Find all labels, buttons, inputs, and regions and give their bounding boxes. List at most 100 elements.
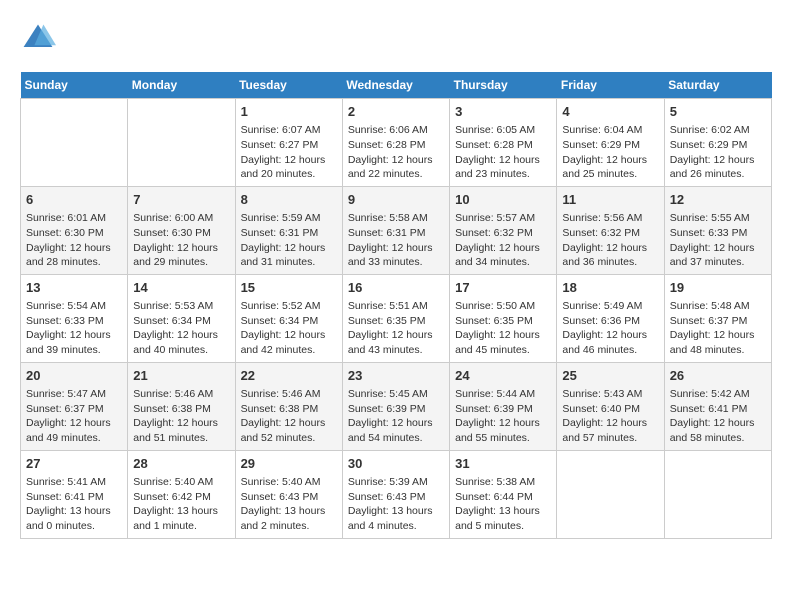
day-info: Sunrise: 5:47 AMSunset: 6:37 PMDaylight:…: [26, 387, 122, 446]
day-number: 7: [133, 191, 229, 209]
week-row-5: 27 Sunrise: 5:41 AMSunset: 6:41 PMDayligh…: [21, 450, 772, 538]
day-number: 8: [241, 191, 337, 209]
day-info: Sunrise: 5:43 AMSunset: 6:40 PMDaylight:…: [562, 387, 658, 446]
weekday-header-tuesday: Tuesday: [235, 72, 342, 99]
day-number: 19: [670, 279, 766, 297]
day-info: Sunrise: 5:55 AMSunset: 6:33 PMDaylight:…: [670, 211, 766, 270]
calendar-cell: 10 Sunrise: 5:57 AMSunset: 6:32 PMDayligh…: [450, 186, 557, 274]
weekday-header-wednesday: Wednesday: [342, 72, 449, 99]
day-info: Sunrise: 5:53 AMSunset: 6:34 PMDaylight:…: [133, 299, 229, 358]
day-number: 3: [455, 103, 551, 121]
day-number: 18: [562, 279, 658, 297]
calendar-cell: 29 Sunrise: 5:40 AMSunset: 6:43 PMDayligh…: [235, 450, 342, 538]
day-number: 27: [26, 455, 122, 473]
week-row-3: 13 Sunrise: 5:54 AMSunset: 6:33 PMDayligh…: [21, 274, 772, 362]
day-number: 26: [670, 367, 766, 385]
calendar-cell: 24 Sunrise: 5:44 AMSunset: 6:39 PMDayligh…: [450, 362, 557, 450]
day-info: Sunrise: 5:51 AMSunset: 6:35 PMDaylight:…: [348, 299, 444, 358]
weekday-header-sunday: Sunday: [21, 72, 128, 99]
day-number: 28: [133, 455, 229, 473]
calendar-cell: 1Sunrise: 6:07 AMSunset: 6:27 PMDaylight…: [235, 99, 342, 187]
day-number: 6: [26, 191, 122, 209]
day-info: Sunrise: 5:46 AMSunset: 6:38 PMDaylight:…: [241, 387, 337, 446]
calendar-cell: 28Sunrise: 5:40 AMSunset: 6:42 PMDayligh…: [128, 450, 235, 538]
weekday-header-monday: Monday: [128, 72, 235, 99]
day-info: Sunrise: 6:02 AMSunset: 6:29 PMDaylight:…: [670, 123, 766, 182]
day-number: 30: [348, 455, 444, 473]
calendar-cell: [128, 99, 235, 187]
day-info: Sunrise: 6:01 AMSunset: 6:30 PMDaylight:…: [26, 211, 122, 270]
calendar-cell: 9 Sunrise: 5:58 AMSunset: 6:31 PMDaylight…: [342, 186, 449, 274]
calendar-cell: 13 Sunrise: 5:54 AMSunset: 6:33 PMDayligh…: [21, 274, 128, 362]
day-info: Sunrise: 5:39 AMSunset: 6:43 PMDaylight:…: [348, 475, 444, 534]
day-info: Sunrise: 5:57 AMSunset: 6:32 PMDaylight:…: [455, 211, 551, 270]
calendar-cell: [21, 99, 128, 187]
day-info: Sunrise: 6:00 AMSunset: 6:30 PMDaylight:…: [133, 211, 229, 270]
day-number: 20: [26, 367, 122, 385]
day-number: 25: [562, 367, 658, 385]
day-info: Sunrise: 5:58 AMSunset: 6:31 PMDaylight:…: [348, 211, 444, 270]
day-info: Sunrise: 5:44 AMSunset: 6:39 PMDaylight:…: [455, 387, 551, 446]
calendar-cell: 31 Sunrise: 5:38 AMSunset: 6:44 PMDayligh…: [450, 450, 557, 538]
day-number: 29: [241, 455, 337, 473]
calendar-cell: 17Sunrise: 5:50 AMSunset: 6:35 PMDayligh…: [450, 274, 557, 362]
calendar-cell: 18 Sunrise: 5:49 AMSunset: 6:36 PMDayligh…: [557, 274, 664, 362]
weekday-header-saturday: Saturday: [664, 72, 771, 99]
calendar-cell: 12 Sunrise: 5:55 AMSunset: 6:33 PMDayligh…: [664, 186, 771, 274]
week-row-4: 20 Sunrise: 5:47 AMSunset: 6:37 PMDayligh…: [21, 362, 772, 450]
calendar-cell: 6 Sunrise: 6:01 AMSunset: 6:30 PMDaylight…: [21, 186, 128, 274]
day-number: 24: [455, 367, 551, 385]
day-number: 17: [455, 279, 551, 297]
calendar-cell: 5Sunrise: 6:02 AMSunset: 6:29 PMDaylight…: [664, 99, 771, 187]
day-number: 23: [348, 367, 444, 385]
day-number: 10: [455, 191, 551, 209]
week-row-1: 1Sunrise: 6:07 AMSunset: 6:27 PMDaylight…: [21, 99, 772, 187]
calendar-cell: 16 Sunrise: 5:51 AMSunset: 6:35 PMDayligh…: [342, 274, 449, 362]
calendar-cell: 23 Sunrise: 5:45 AMSunset: 6:39 PMDayligh…: [342, 362, 449, 450]
day-info: Sunrise: 5:59 AMSunset: 6:31 PMDaylight:…: [241, 211, 337, 270]
calendar-cell: 8 Sunrise: 5:59 AMSunset: 6:31 PMDaylight…: [235, 186, 342, 274]
calendar-cell: [557, 450, 664, 538]
calendar-cell: 14Sunrise: 5:53 AMSunset: 6:34 PMDayligh…: [128, 274, 235, 362]
calendar-cell: 22 Sunrise: 5:46 AMSunset: 6:38 PMDayligh…: [235, 362, 342, 450]
weekday-header-thursday: Thursday: [450, 72, 557, 99]
day-info: Sunrise: 5:56 AMSunset: 6:32 PMDaylight:…: [562, 211, 658, 270]
day-number: 31: [455, 455, 551, 473]
calendar-cell: 27 Sunrise: 5:41 AMSunset: 6:41 PMDayligh…: [21, 450, 128, 538]
calendar-table: SundayMondayTuesdayWednesdayThursdayFrid…: [20, 72, 772, 539]
day-info: Sunrise: 6:07 AMSunset: 6:27 PMDaylight:…: [241, 123, 337, 182]
logo-icon: [20, 20, 56, 56]
day-number: 16: [348, 279, 444, 297]
week-row-2: 6 Sunrise: 6:01 AMSunset: 6:30 PMDaylight…: [21, 186, 772, 274]
day-info: Sunrise: 5:42 AMSunset: 6:41 PMDaylight:…: [670, 387, 766, 446]
day-number: 11: [562, 191, 658, 209]
day-info: Sunrise: 5:49 AMSunset: 6:36 PMDaylight:…: [562, 299, 658, 358]
calendar-cell: [664, 450, 771, 538]
day-info: Sunrise: 5:40 AMSunset: 6:43 PMDaylight:…: [241, 475, 337, 534]
calendar-cell: 3 Sunrise: 6:05 AMSunset: 6:28 PMDaylight…: [450, 99, 557, 187]
day-number: 4: [562, 103, 658, 121]
calendar-cell: 21Sunrise: 5:46 AMSunset: 6:38 PMDayligh…: [128, 362, 235, 450]
calendar-cell: 20 Sunrise: 5:47 AMSunset: 6:37 PMDayligh…: [21, 362, 128, 450]
calendar-cell: 7 Sunrise: 6:00 AMSunset: 6:30 PMDaylight…: [128, 186, 235, 274]
day-info: Sunrise: 5:46 AMSunset: 6:38 PMDaylight:…: [133, 387, 229, 446]
day-info: Sunrise: 5:41 AMSunset: 6:41 PMDaylight:…: [26, 475, 122, 534]
day-number: 2: [348, 103, 444, 121]
day-number: 22: [241, 367, 337, 385]
calendar-cell: 25 Sunrise: 5:43 AMSunset: 6:40 PMDayligh…: [557, 362, 664, 450]
calendar-cell: 19Sunrise: 5:48 AMSunset: 6:37 PMDayligh…: [664, 274, 771, 362]
calendar-cell: 30 Sunrise: 5:39 AMSunset: 6:43 PMDayligh…: [342, 450, 449, 538]
day-info: Sunrise: 5:45 AMSunset: 6:39 PMDaylight:…: [348, 387, 444, 446]
page-header: [20, 20, 772, 56]
day-info: Sunrise: 6:05 AMSunset: 6:28 PMDaylight:…: [455, 123, 551, 182]
day-number: 13: [26, 279, 122, 297]
day-info: Sunrise: 6:04 AMSunset: 6:29 PMDaylight:…: [562, 123, 658, 182]
day-info: Sunrise: 5:38 AMSunset: 6:44 PMDaylight:…: [455, 475, 551, 534]
day-info: Sunrise: 5:52 AMSunset: 6:34 PMDaylight:…: [241, 299, 337, 358]
day-number: 15: [241, 279, 337, 297]
day-info: Sunrise: 5:54 AMSunset: 6:33 PMDaylight:…: [26, 299, 122, 358]
day-number: 9: [348, 191, 444, 209]
calendar-cell: 15 Sunrise: 5:52 AMSunset: 6:34 PMDayligh…: [235, 274, 342, 362]
weekday-header-friday: Friday: [557, 72, 664, 99]
day-number: 12: [670, 191, 766, 209]
